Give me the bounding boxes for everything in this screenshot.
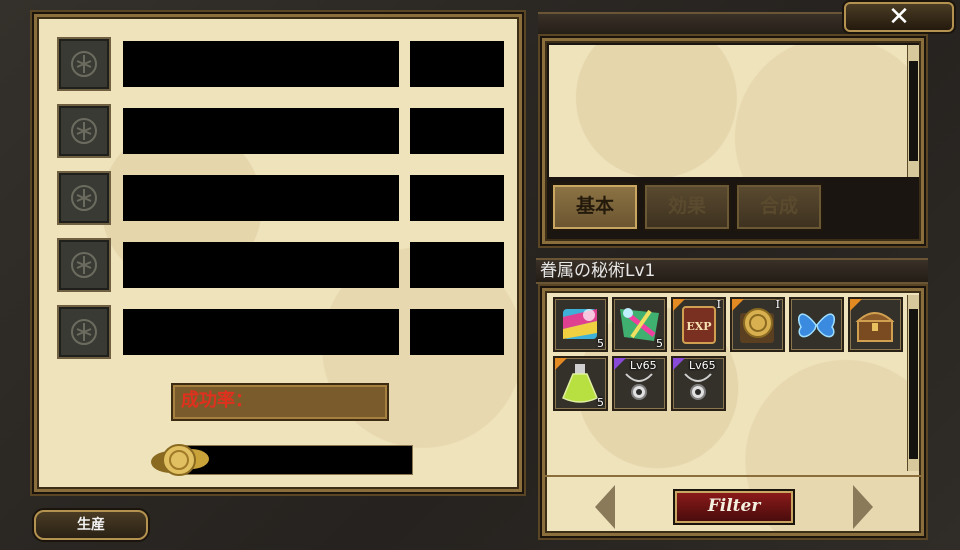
inventory-title: 眷属の秘術Lv1 xyxy=(540,261,656,281)
item-level: Lv65 xyxy=(630,359,657,372)
next-page-arrow-icon[interactable] xyxy=(853,485,873,529)
inventory-item[interactable]: EXP I xyxy=(671,297,726,352)
rarity-tag-orange xyxy=(850,299,862,311)
detail-title-bar xyxy=(538,12,846,36)
success-rate-box: 成功率： xyxy=(171,383,389,421)
gold-coin-icon xyxy=(149,442,215,478)
inventory-item[interactable]: 5 xyxy=(553,356,608,411)
craft-rows: 成功率： xyxy=(37,17,519,489)
empty-slot-icon xyxy=(71,118,97,144)
material-count-bar xyxy=(410,242,504,288)
rarity-tag-orange xyxy=(555,358,567,370)
svg-text:EXP: EXP xyxy=(686,320,711,333)
material-count-bar xyxy=(410,108,504,154)
material-name-bar xyxy=(123,309,399,355)
filter-button[interactable]: Filter xyxy=(675,491,793,523)
item-quantity: 5 xyxy=(656,337,663,350)
blue-butterfly-icon xyxy=(797,313,836,338)
inventory-title-bar: 眷属の秘術Lv1 xyxy=(536,258,928,284)
material-count-bar xyxy=(410,41,504,87)
empty-slot-icon xyxy=(71,51,97,77)
item-quantity: 5 xyxy=(597,396,604,409)
rarity-tag-orange xyxy=(732,299,744,311)
inventory-item[interactable] xyxy=(848,297,903,352)
material-name-bar xyxy=(123,242,399,288)
item-level: Lv65 xyxy=(689,359,716,372)
detail-text-area xyxy=(549,45,907,177)
rarity-tag-purple xyxy=(614,358,626,370)
inventory-item[interactable]: 5 xyxy=(612,297,667,352)
detail-scrollbar[interactable] xyxy=(907,45,919,177)
material-name-bar xyxy=(123,108,399,154)
material-slot[interactable] xyxy=(57,305,111,359)
inventory-item[interactable] xyxy=(789,297,844,352)
tab-effect[interactable]: 効果 xyxy=(643,183,731,231)
rarity-tag-orange xyxy=(673,299,685,311)
inventory-item[interactable]: Lv65 xyxy=(612,356,667,411)
material-name-bar xyxy=(123,41,399,87)
item-quantity: 5 xyxy=(597,337,604,350)
empty-slot-icon xyxy=(71,319,97,345)
item-grade: I xyxy=(775,298,780,311)
inventory-item[interactable]: 5 xyxy=(553,297,608,352)
close-button[interactable]: ✕ xyxy=(844,2,954,32)
material-slot[interactable] xyxy=(57,104,111,158)
prev-page-arrow-icon[interactable] xyxy=(595,485,615,529)
empty-slot-icon xyxy=(71,252,97,278)
material-count-bar xyxy=(410,309,504,355)
item-grade: I xyxy=(716,298,721,311)
tab-synthesis[interactable]: 合成 xyxy=(735,183,823,231)
scroll-thumb[interactable] xyxy=(909,309,918,459)
material-count-bar xyxy=(410,175,504,221)
material-slot[interactable] xyxy=(57,37,111,91)
produce-button[interactable]: 生産 xyxy=(34,510,148,540)
tab-basic[interactable]: 基本 xyxy=(551,183,639,231)
material-slot[interactable] xyxy=(57,171,111,225)
empty-slot-icon xyxy=(71,185,97,211)
inventory-item[interactable]: I xyxy=(730,297,785,352)
inventory-panel: 5 5 EXP I I 5 Lv65 Lv65 Filter xyxy=(540,286,926,538)
material-slot[interactable] xyxy=(57,238,111,292)
gold-cost-bar xyxy=(185,445,413,475)
inventory-item[interactable]: Lv65 xyxy=(671,356,726,411)
craft-panel: 成功率： xyxy=(32,12,524,494)
detail-panel: 基本 効果 合成 xyxy=(540,36,926,246)
rarity-tag-purple xyxy=(673,358,685,370)
success-rate-label: 成功率： xyxy=(181,390,253,411)
scroll-thumb[interactable] xyxy=(909,61,918,161)
inventory-scrollbar[interactable] xyxy=(907,295,919,471)
material-name-bar xyxy=(123,175,399,221)
